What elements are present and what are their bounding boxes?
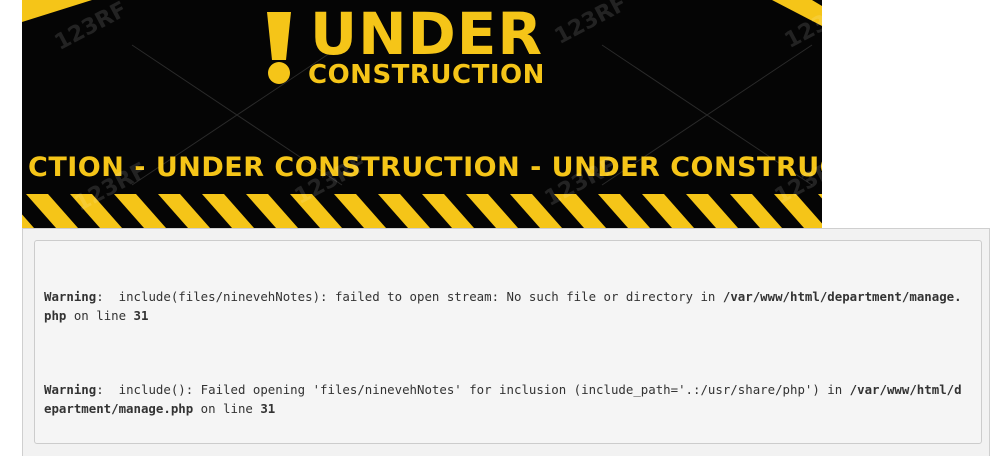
exclamation-icon (267, 12, 291, 84)
banner-subtitle: CONSTRUCTION (308, 60, 545, 90)
warning-text: include(): Failed opening 'files/nineveh… (118, 382, 850, 397)
warning-message: Warning: include(files/ninevehNotes): fa… (44, 289, 962, 323)
warning-on-line: on line (193, 401, 261, 416)
warning-message: Warning: include(): Failed opening 'file… (44, 382, 962, 416)
error-output: Warning: include(files/ninevehNotes): fa… (34, 240, 982, 444)
warning-text: include(files/ninevehNotes): failed to o… (118, 289, 723, 304)
banner-title: UNDER (310, 0, 544, 68)
under-construction-banner: UNDER CONSTRUCTION CTION - UNDER CONSTRU… (22, 0, 822, 228)
warning-label: Warning (44, 382, 97, 397)
warning-label: Warning (44, 289, 97, 304)
warning-line-number: 31 (133, 308, 149, 323)
warning-line-number: 31 (260, 401, 276, 416)
warning-on-line: on line (66, 308, 134, 323)
error-panel: Warning: include(files/ninevehNotes): fa… (22, 228, 990, 456)
